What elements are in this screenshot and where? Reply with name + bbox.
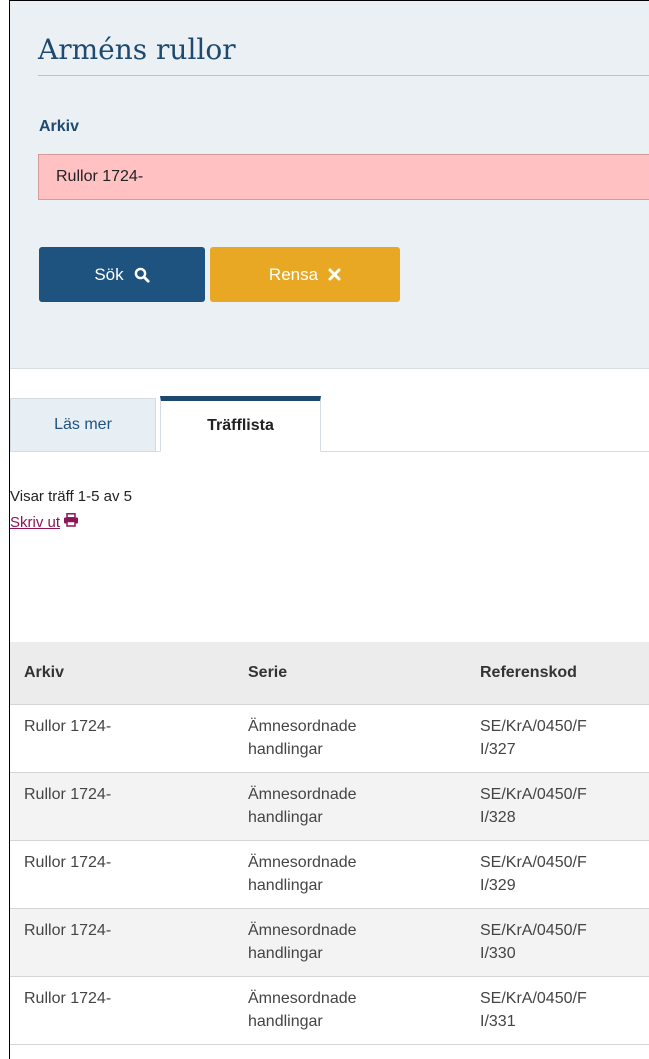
cell-arkiv: Rullor 1724- bbox=[24, 922, 112, 939]
archive-select[interactable]: Rullor 1724- bbox=[38, 154, 649, 200]
column-header-serie[interactable]: Serie bbox=[248, 664, 287, 682]
cell-referenskod: SE/KrA/0450/F I/327 bbox=[480, 715, 640, 761]
cell-serie-line: Ämnesordnade bbox=[248, 922, 357, 939]
cell-ref-line: SE/KrA/0450/F bbox=[480, 786, 587, 803]
hit-count-text: Visar träff 1-5 av 5 bbox=[10, 488, 133, 505]
archive-select-value: Rullor 1724- bbox=[56, 168, 144, 185]
page-title: Arméns rullor bbox=[38, 33, 236, 66]
cell-arkiv: Rullor 1724- bbox=[24, 854, 112, 871]
cell-ref-line: SE/KrA/0450/F bbox=[480, 854, 587, 871]
search-button[interactable]: Sök bbox=[39, 247, 205, 302]
cell-serie-line: Ämnesordnade bbox=[248, 990, 357, 1007]
column-header-arkiv[interactable]: Arkiv bbox=[24, 664, 64, 682]
cell-ref-line: I/328 bbox=[480, 809, 516, 826]
cell-serie-line: handlingar bbox=[248, 945, 323, 962]
cell-ref-line: SE/KrA/0450/F bbox=[480, 718, 587, 735]
cell-serie-line: Ämnesordnade bbox=[248, 718, 357, 735]
cell-serie: Ämnesordnade handlingar bbox=[248, 851, 448, 897]
cell-arkiv: Rullor 1724- bbox=[24, 718, 112, 735]
clear-button-label: Rensa bbox=[268, 264, 319, 284]
print-link[interactable]: Skriv ut bbox=[10, 513, 79, 531]
clear-button[interactable]: Rensa bbox=[210, 247, 400, 302]
search-button-label: Sök bbox=[94, 264, 124, 284]
cell-serie: Ämnesordnade handlingar bbox=[248, 987, 448, 1033]
cell-serie-line: Ämnesordnade bbox=[248, 786, 357, 803]
cell-arkiv: Rullor 1724- bbox=[24, 990, 112, 1007]
search-panel: Arméns rullor Arkiv Rullor 1724- Sök Ren… bbox=[10, 1, 649, 369]
cell-arkiv: Rullor 1724- bbox=[24, 786, 112, 803]
cell-serie: Ämnesordnade handlingar bbox=[248, 783, 448, 829]
print-link-label: Skriv ut bbox=[10, 513, 61, 531]
cell-serie-line: handlingar bbox=[248, 877, 323, 894]
table-row[interactable]: Rullor 1724- Ämnesordnade handlingar SE/K… bbox=[10, 840, 649, 908]
search-icon bbox=[134, 267, 150, 283]
table-bottom-border bbox=[10, 1044, 649, 1045]
cell-serie-line: handlingar bbox=[248, 1013, 323, 1030]
tab-read-more-label: Läs mer bbox=[54, 416, 112, 433]
cell-referenskod: SE/KrA/0450/F I/330 bbox=[480, 919, 640, 965]
cell-ref-line: I/331 bbox=[480, 1013, 516, 1030]
cell-serie: Ämnesordnade handlingar bbox=[248, 919, 448, 965]
cell-referenskod: SE/KrA/0450/F I/329 bbox=[480, 851, 640, 897]
tab-bar: Läs mer Träfflista bbox=[10, 396, 649, 452]
cell-ref-line: SE/KrA/0450/F bbox=[480, 990, 587, 1007]
table-row[interactable]: Rullor 1724- Ämnesordnade handlingar SE/K… bbox=[10, 772, 649, 840]
table-row[interactable]: Rullor 1724- Ämnesordnade handlingar SE/K… bbox=[10, 704, 649, 772]
table-row[interactable]: Rullor 1724- Ämnesordnade handlingar SE/K… bbox=[10, 976, 649, 1044]
cell-ref-line: I/329 bbox=[480, 877, 516, 894]
archive-label: Arkiv bbox=[39, 118, 80, 135]
cell-serie-line: handlingar bbox=[248, 741, 323, 758]
tab-hit-list[interactable]: Träfflista bbox=[160, 396, 321, 452]
close-icon bbox=[328, 268, 341, 281]
table-header: Arkiv Serie Referenskod bbox=[10, 642, 649, 704]
cell-ref-line: I/330 bbox=[480, 945, 516, 962]
cell-referenskod: SE/KrA/0450/F I/328 bbox=[480, 783, 640, 829]
column-header-referenskod[interactable]: Referenskod bbox=[480, 664, 577, 682]
page-frame: Arméns rullor Arkiv Rullor 1724- Sök Ren… bbox=[9, 0, 649, 1059]
title-divider bbox=[38, 75, 649, 76]
cell-serie-line: handlingar bbox=[248, 809, 323, 826]
cell-ref-line: I/327 bbox=[480, 741, 516, 758]
cell-serie-line: Ämnesordnade bbox=[248, 854, 357, 871]
cell-serie: Ämnesordnade handlingar bbox=[248, 715, 448, 761]
table-row[interactable]: Rullor 1724- Ämnesordnade handlingar SE/K… bbox=[10, 908, 649, 976]
tab-hit-list-label: Träfflista bbox=[207, 417, 274, 434]
tab-read-more[interactable]: Läs mer bbox=[10, 398, 156, 451]
cell-ref-line: SE/KrA/0450/F bbox=[480, 922, 587, 939]
cell-referenskod: SE/KrA/0450/F I/331 bbox=[480, 987, 640, 1033]
printer-icon bbox=[63, 513, 79, 531]
results-table: Arkiv Serie Referenskod Rullor 1724- Ämn… bbox=[10, 642, 649, 1045]
